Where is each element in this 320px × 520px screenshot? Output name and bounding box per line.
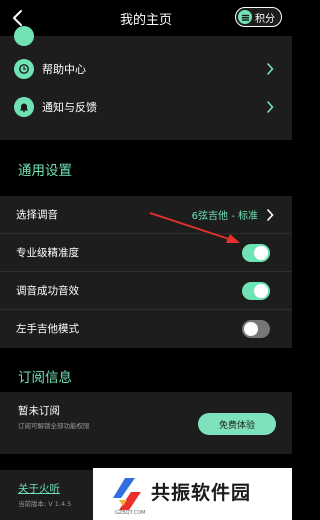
menu-item-label: 通知与反馈 (42, 101, 97, 114)
watermark-text: 共振软件园 (151, 482, 252, 504)
chevron-right-icon (266, 62, 274, 76)
chevron-right-icon (266, 208, 274, 222)
coin-icon (238, 10, 252, 24)
about-link[interactable]: 关于火听 (18, 481, 60, 496)
free-trial-button[interactable]: 免费体验 (198, 413, 276, 435)
watermark-logo-icon (113, 478, 141, 510)
points-button[interactable]: 积分 (235, 7, 282, 27)
menu-item-help[interactable]: 帮助中心 (0, 50, 292, 88)
subscription-panel: 暂未订阅 订阅可解锁全部功能权限 免费体验 (0, 392, 292, 454)
menu-item-label: 帮助中心 (42, 63, 86, 76)
success-sound-toggle[interactable] (242, 282, 270, 300)
points-label: 积分 (255, 13, 275, 25)
toggle-label: 调音成功音效 (16, 285, 79, 297)
precision-toggle[interactable] (242, 244, 270, 262)
chevron-right-icon (266, 100, 274, 114)
tuning-label: 选择调音 (16, 209, 58, 221)
subscription-status: 暂未订阅 (18, 405, 60, 417)
left-hand-toggle[interactable] (242, 320, 270, 338)
watermark-subtext: GZBQT.COM (115, 510, 146, 516)
toggle-row-left-hand: 左手吉他模式 (0, 310, 292, 348)
toggle-label: 左手吉他模式 (16, 323, 79, 335)
clock-icon (14, 59, 34, 79)
top-bar: 我的主页 积分 (0, 0, 292, 36)
subscription-heading: 订阅信息 (18, 370, 72, 386)
version-text: 当前版本: V 1.4.5 (18, 500, 72, 508)
partial-menu-icon (14, 26, 34, 46)
general-settings-panel: 选择调音 6弦吉他 - 标准 专业级精准度 调音成功音效 左手吉他模式 (0, 196, 292, 348)
watermark: 共振软件园 GZBQT.COM (93, 468, 292, 520)
toggle-row-precision: 专业级精准度 (0, 234, 292, 272)
bell-icon (14, 97, 34, 117)
menu-item-notifications[interactable]: 通知与反馈 (0, 88, 292, 126)
toggle-row-success-sound: 调音成功音效 (0, 272, 292, 310)
tuning-value: 6弦吉他 - 标准 (191, 211, 258, 222)
subscription-description: 订阅可解锁全部功能权限 (18, 422, 90, 430)
tuning-row[interactable]: 选择调音 6弦吉他 - 标准 (0, 196, 292, 234)
general-settings-heading: 通用设置 (18, 163, 72, 179)
menu-panel: 帮助中心 通知与反馈 (0, 26, 292, 140)
toggle-label: 专业级精准度 (16, 247, 79, 259)
